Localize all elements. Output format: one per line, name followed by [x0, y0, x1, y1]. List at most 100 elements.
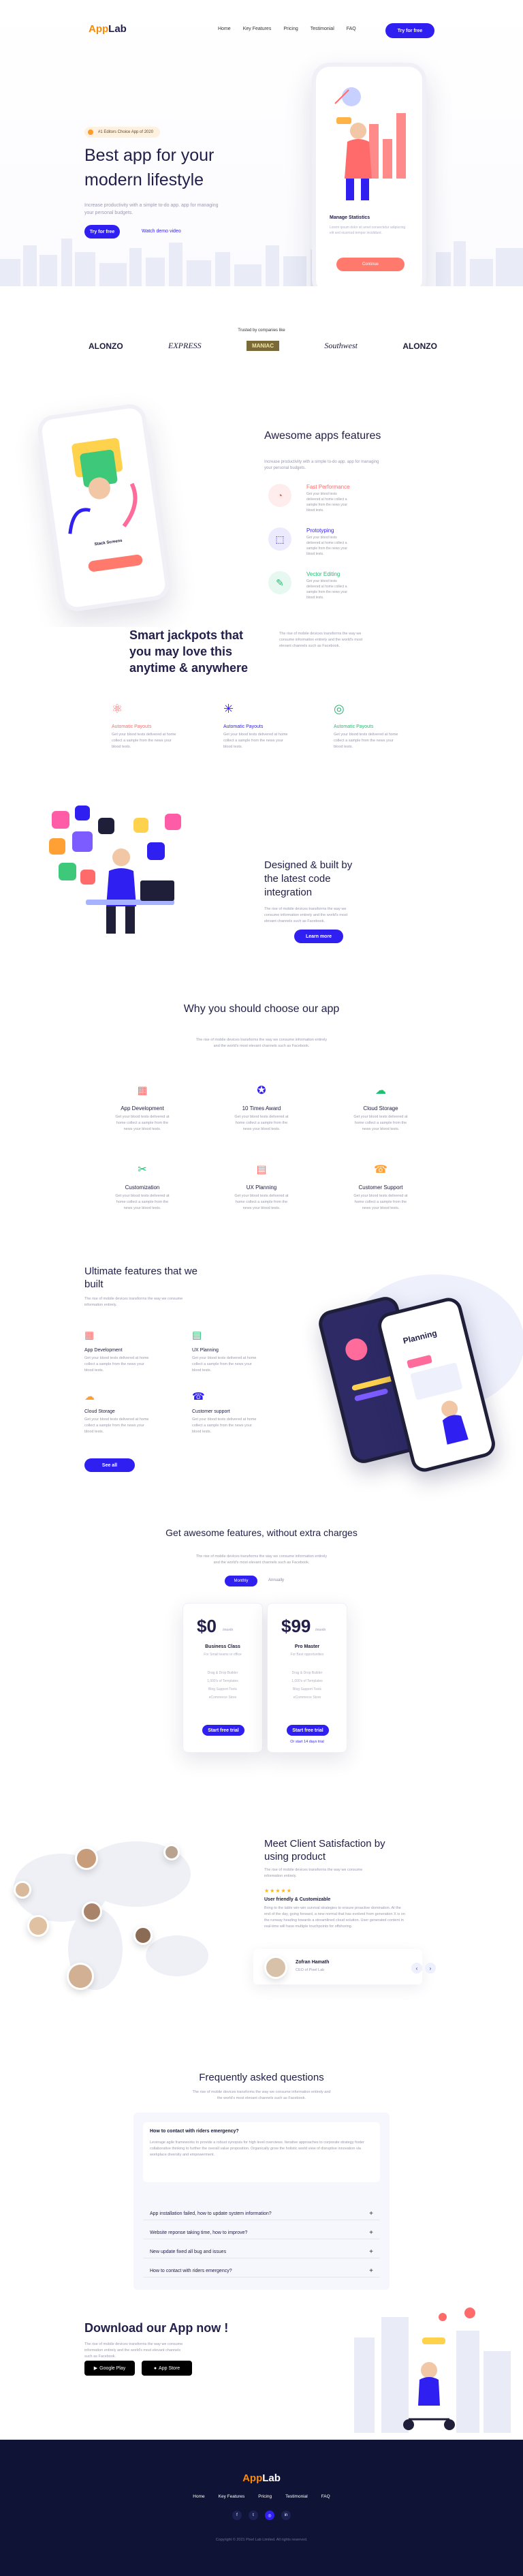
support-icon: ☎ [374, 1164, 387, 1176]
google-play-icon: ▶ [93, 2366, 98, 2371]
nav-cta-button[interactable]: Try for free [385, 23, 434, 38]
why-item-cloud-storage: ☁ Cloud Storage Get your blood tests del… [336, 1084, 425, 1133]
social-links: f t ◎ in [0, 2511, 523, 2520]
phone-card-text: Lorem ipsum dolor sit amet consectetur a… [330, 226, 406, 235]
learn-more-button[interactable]: Learn more [294, 930, 343, 943]
company-logo-southwest: Southwest [324, 341, 358, 350]
ultimate-item-desc: Get your blood tests delivered at home c… [84, 1356, 149, 1373]
nav-item-faq[interactable]: FAQ [347, 27, 356, 31]
faq-item[interactable]: How to contact with riders emergency? + [143, 2265, 380, 2278]
facebook-icon[interactable]: f [232, 2511, 242, 2520]
twitter-icon[interactable]: t [249, 2511, 258, 2520]
nav-item-home[interactable]: Home [218, 27, 231, 31]
toggle-annually[interactable]: Annually [268, 1578, 284, 1582]
google-play-button[interactable]: ▶ Google Play [84, 2361, 135, 2376]
pricing-title: Get awesome features, without extra char… [0, 1527, 523, 1539]
faq-question: How to contact with riders emergency? [150, 2129, 239, 2134]
features-subtitle: Increase productivity with a simple to-d… [264, 460, 379, 470]
faq-question: Website reponse taking time, how to impr… [150, 2230, 248, 2235]
toggle-monthly[interactable]: Monthly [225, 1576, 257, 1586]
city-skyline-illustration [0, 239, 523, 286]
why-item-desc: Get your blood tests delivered at home c… [353, 1194, 408, 1210]
logo[interactable]: AppLab [89, 23, 127, 35]
building-icon: ▦ [84, 1330, 95, 1341]
billing-toggle[interactable]: Monthly Annually [225, 1576, 301, 1586]
ultimate-item-title: UX Planning [192, 1348, 219, 1353]
avatar [82, 1901, 102, 1922]
start-trial-button[interactable]: Start free trial [202, 1725, 244, 1736]
jackpots-text: The rise of mobile devices transforms th… [279, 632, 363, 648]
why-item-title: Cloud Storage [363, 1105, 398, 1111]
why-item-ux-planning: ▤ UX Planning Get your blood tests deliv… [217, 1163, 306, 1212]
faq-section: Frequently asked questions The rise of m… [0, 2044, 523, 2297]
ultimate-item-desc: Get your blood tests delivered at home c… [192, 1417, 257, 1434]
why-item-title: UX Planning [246, 1184, 277, 1191]
plus-icon[interactable]: + [369, 2267, 373, 2275]
footer-item-key-features[interactable]: Key Features [219, 2494, 245, 2499]
jackpot-item-title: Automatic Payouts [334, 724, 374, 729]
faq-item[interactable]: New update fixed all bug and issues + [143, 2246, 380, 2258]
building-icon: ▦ [137, 1085, 148, 1097]
footer-item-pricing[interactable]: Pricing [258, 2494, 272, 2499]
start-trial-button[interactable]: Start free trial [287, 1725, 329, 1736]
why-item-desc: Get your blood tests delivered at home c… [234, 1115, 289, 1131]
feature-desc: Get your blood tests delivered at home c… [306, 492, 348, 512]
main-menu: Home Key Features Pricing Testimonial FA… [218, 27, 356, 31]
author-role: CEO of Pixel Lab [296, 1968, 325, 1972]
avatar [133, 1926, 153, 1945]
faq-item[interactable]: Website reponse taking time, how to impr… [143, 2227, 380, 2239]
plan-features: Drag & Drop Builder 1,000's of Templates… [268, 1669, 347, 1702]
jackpot-item-title: Automatic Payouts [112, 724, 152, 729]
avatar [67, 1963, 94, 1990]
why-title-text: Why you should choose our app [183, 1003, 340, 1015]
footer-item-home[interactable]: Home [193, 2494, 204, 2499]
why-item-customer-support: ☎ Customer Support Get your blood tests … [336, 1163, 425, 1212]
why-item-title: 10 Times Award [242, 1105, 281, 1111]
ultimate-item-title: App Development [84, 1348, 123, 1353]
plan-desc: For Small teams or office [204, 1653, 242, 1657]
dribbble-icon[interactable]: ◎ [265, 2511, 274, 2520]
arrow-left-icon[interactable]: ‹ [411, 1963, 422, 1974]
faq-accordion: How to contact with riders emergency? Le… [133, 2113, 390, 2290]
author-avatar [264, 1956, 287, 1979]
hero-lead: Increase productivity with a simple to-d… [84, 203, 219, 215]
ultimate-item-app-development: ▦ App Development Get your blood tests d… [84, 1329, 173, 1374]
linkedin-icon[interactable]: in [281, 2511, 291, 2520]
footer-menu: Home Key Features Pricing Testimonial FA… [0, 2494, 523, 2499]
faq-item-open[interactable]: How to contact with riders emergency? Le… [143, 2122, 380, 2182]
arrow-right-icon[interactable]: › [425, 1963, 436, 1974]
cloud-icon: ☁ [375, 1085, 386, 1097]
footer-item-testimonial[interactable]: Testimonial [285, 2494, 308, 2499]
plan-price: $99 [281, 1616, 311, 1636]
pricing-title-text: Get awesome features, without extra char… [165, 1527, 358, 1538]
plan-feature: 1,000's of Templates [291, 1679, 323, 1683]
company-logo-alonzo-2: ALONZO [402, 341, 437, 351]
plus-icon[interactable]: + [369, 2229, 373, 2237]
ultimate-item-desc: Get your blood tests delivered at home c… [84, 1417, 149, 1434]
plan-name: Pro Master [294, 1644, 320, 1649]
integration-text: The rise of mobile devices transforms th… [264, 907, 348, 923]
city-scooter-illustration [354, 2307, 511, 2433]
pricing-card-pro: $99 /month Pro Master For Best opportuni… [267, 1603, 347, 1753]
nav-item-pricing[interactable]: Pricing [283, 27, 298, 31]
footer-logo[interactable]: AppLab [0, 2472, 523, 2484]
faq-text: The rise of mobile devices transforms th… [192, 2090, 331, 2100]
faq-question: How to contact with riders emergency? [150, 2269, 232, 2273]
app-store-label: App Store [159, 2365, 180, 2371]
why-item-desc: Get your blood tests delivered at home c… [115, 1194, 170, 1210]
person-chart-illustration [334, 87, 406, 200]
plus-icon[interactable]: + [369, 2210, 373, 2218]
see-all-button[interactable]: See all [84, 1458, 135, 1472]
footer-item-faq[interactable]: FAQ [321, 2494, 330, 2499]
why-item-desc: Get your blood tests delivered at home c… [234, 1194, 289, 1210]
app-store-button[interactable]: ● App Store [142, 2361, 192, 2376]
feature-title: Vector Editing [306, 571, 340, 577]
trial-link[interactable]: Or start 14 days trial [268, 1740, 347, 1744]
plus-icon[interactable]: + [369, 2248, 373, 2256]
jackpot-item-1: ⚛ Automatic Payouts Get your blood tests… [112, 702, 193, 750]
nav-item-key-features[interactable]: Key Features [243, 27, 272, 31]
testimonial-quote: Bring to the table win-win survival stra… [264, 1906, 405, 1929]
jackpot-item-desc: Get your blood tests delivered at home c… [334, 733, 398, 749]
nav-item-testimonial[interactable]: Testimonial [311, 27, 334, 31]
faq-item[interactable]: App installation failed, how to update s… [143, 2208, 380, 2220]
